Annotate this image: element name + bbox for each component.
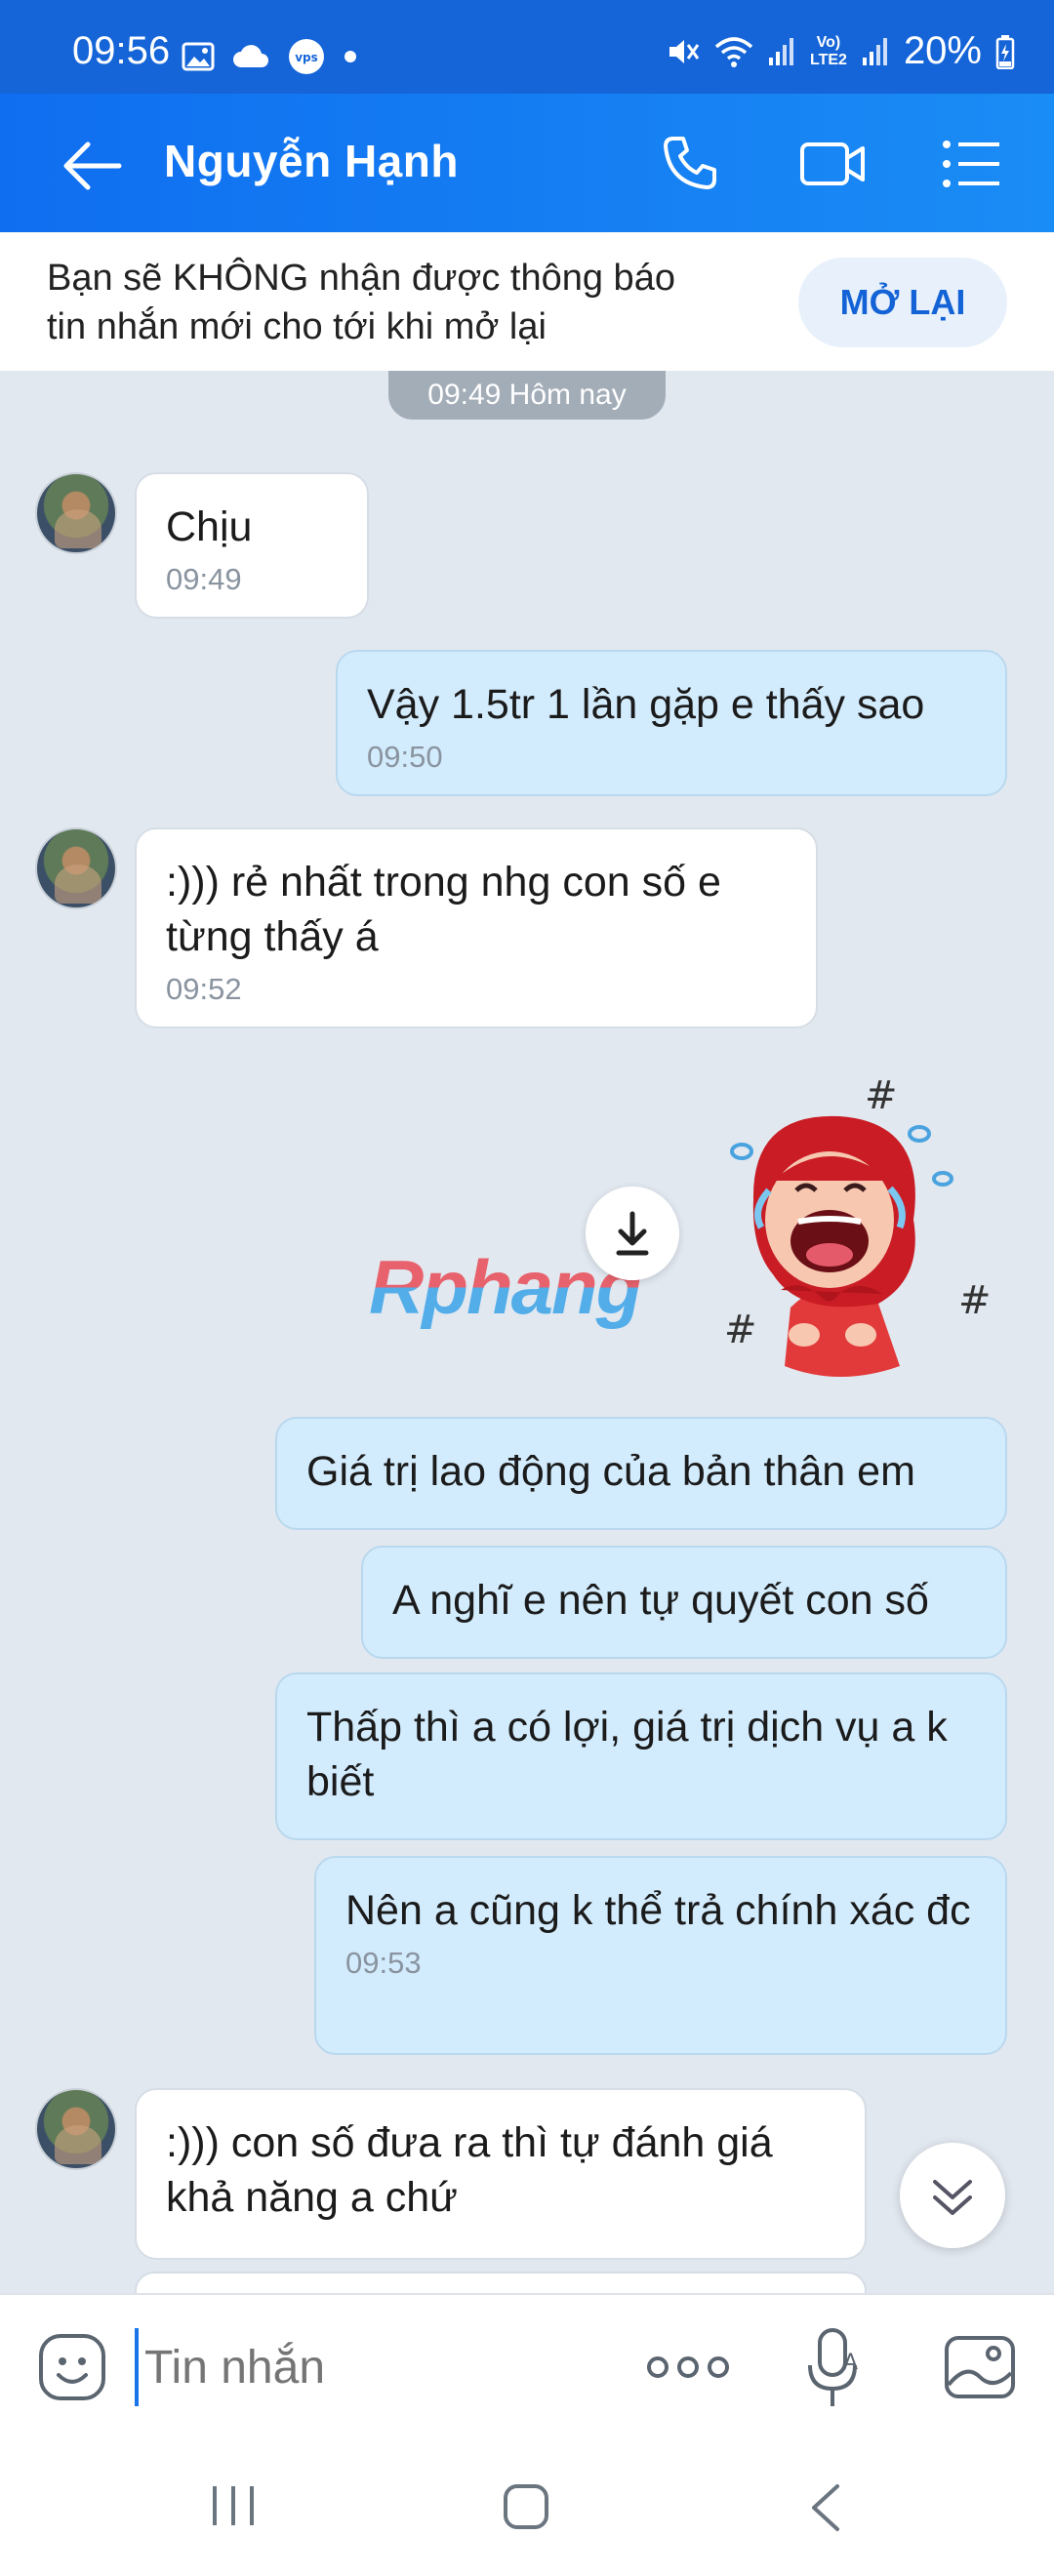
message-text: A nghĩ e nên tự quyết con số (392, 1577, 929, 1624)
message-time: 09:52 (166, 972, 242, 1006)
mute-icon (669, 39, 700, 63)
image-gallery-icon[interactable] (943, 2334, 1017, 2400)
signal-2-icon (862, 37, 887, 65)
status-notification-icons: vps (182, 37, 357, 76)
back-arrow-icon[interactable] (59, 137, 127, 195)
message-text: Vậy 1.5tr 1 lần gặp e thấy sao (367, 681, 925, 728)
crying-laughing-girl-sticker: # # # (724, 1073, 992, 1377)
phone-call-icon[interactable] (660, 133, 720, 193)
wifi-icon (714, 36, 753, 67)
battery-percent: 20% (903, 29, 982, 72)
svg-text:vps: vps (295, 51, 318, 64)
svg-text:A: A (843, 2351, 858, 2375)
message-bubble-outgoing[interactable]: Vậy 1.5tr 1 lần gặp e thấy sao 09:50 (336, 650, 1007, 796)
status-bar: 09:56 vps Vo) LTE2 20% (0, 0, 1054, 94)
message-time: 09:50 (367, 740, 443, 774)
signal-icon (769, 37, 793, 65)
avatar[interactable] (35, 827, 117, 909)
message-input[interactable] (135, 2328, 603, 2406)
home-icon[interactable] (502, 2482, 550, 2531)
svg-text:#: # (865, 1073, 898, 1118)
menu-list-icon[interactable] (941, 137, 1003, 191)
back-nav-icon[interactable] (806, 2482, 845, 2533)
avatar[interactable] (35, 2088, 117, 2170)
status-time: 09:56 (72, 29, 171, 72)
video-call-icon[interactable] (798, 137, 867, 191)
download-icon[interactable] (586, 1187, 679, 1280)
volte-label: Vo) LTE2 (810, 33, 847, 68)
system-navigation-bar (0, 2439, 1054, 2576)
status-system-icons: Vo) LTE2 20% (666, 29, 1015, 73)
dot-icon (345, 51, 356, 62)
gallery-notification-icon (182, 42, 215, 71)
voice-message-icon[interactable]: A (806, 2326, 863, 2410)
muted-notice-text: Bạn sẽ KHÔNG nhận được thông báo tin nhắ… (47, 258, 675, 347)
muted-notice-banner: Bạn sẽ KHÔNG nhận được thông báo tin nhắ… (0, 232, 1054, 371)
sticker-message[interactable]: Rphang # # # (361, 1073, 1005, 1395)
more-options-icon[interactable] (646, 2348, 730, 2387)
message-text: Nên a cũng k thể trả chính xác đc (345, 1887, 971, 1934)
reopen-notifications-button[interactable]: MỞ LẠI (798, 258, 1007, 347)
scroll-to-bottom-icon[interactable] (900, 2143, 1005, 2248)
message-text: :))) rẻ nhất trong nhg con số e từng thấ… (166, 859, 721, 960)
message-text: Thấp thì a có lợi, giá trị dịch vụ a k b… (306, 1704, 948, 1805)
message-bubble-incoming[interactable]: Chịu 09:49 (135, 472, 369, 619)
message-text: :))) con số đưa ra thì tự đánh giá khả n… (166, 2119, 773, 2221)
svg-text:#: # (958, 1278, 992, 1323)
message-bubble-outgoing[interactable]: Thấp thì a có lợi, giá trị dịch vụ a k b… (275, 1672, 1007, 1840)
message-bubble-outgoing[interactable]: Giá trị lao động của bản thân em (275, 1417, 1007, 1530)
recent-apps-icon[interactable] (209, 2482, 258, 2529)
message-time: 09:53 (345, 1946, 422, 1980)
emoji-sticker-icon[interactable] (37, 2332, 107, 2402)
svg-text:#: # (724, 1308, 757, 1352)
message-composer: A (0, 2293, 1054, 2439)
chat-header: Nguyễn Hạnh (0, 94, 1054, 232)
message-time: 09:49 (166, 562, 242, 596)
battery-charging-icon (995, 34, 1015, 69)
avatar[interactable] (35, 472, 117, 554)
vps-app-icon: vps (289, 39, 324, 74)
message-bubble-incoming[interactable]: :))) con số đưa ra thì tự đánh giá khả n… (135, 2088, 867, 2260)
contact-name[interactable]: Nguyễn Hạnh (164, 135, 459, 187)
date-divider: 09:49 Hôm nay (388, 371, 666, 420)
message-bubble-outgoing[interactable]: A nghĩ e nên tự quyết con số (361, 1546, 1007, 1659)
message-bubble-outgoing[interactable]: Nên a cũng k thể trả chính xác đc 09:53 (314, 1856, 1007, 2055)
message-text: Giá trị lao động của bản thân em (306, 1448, 915, 1495)
message-bubble-incoming[interactable]: :))) rẻ nhất trong nhg con số e từng thấ… (135, 827, 818, 1028)
cloud-icon (233, 45, 268, 67)
message-text: Chịu (166, 503, 253, 550)
